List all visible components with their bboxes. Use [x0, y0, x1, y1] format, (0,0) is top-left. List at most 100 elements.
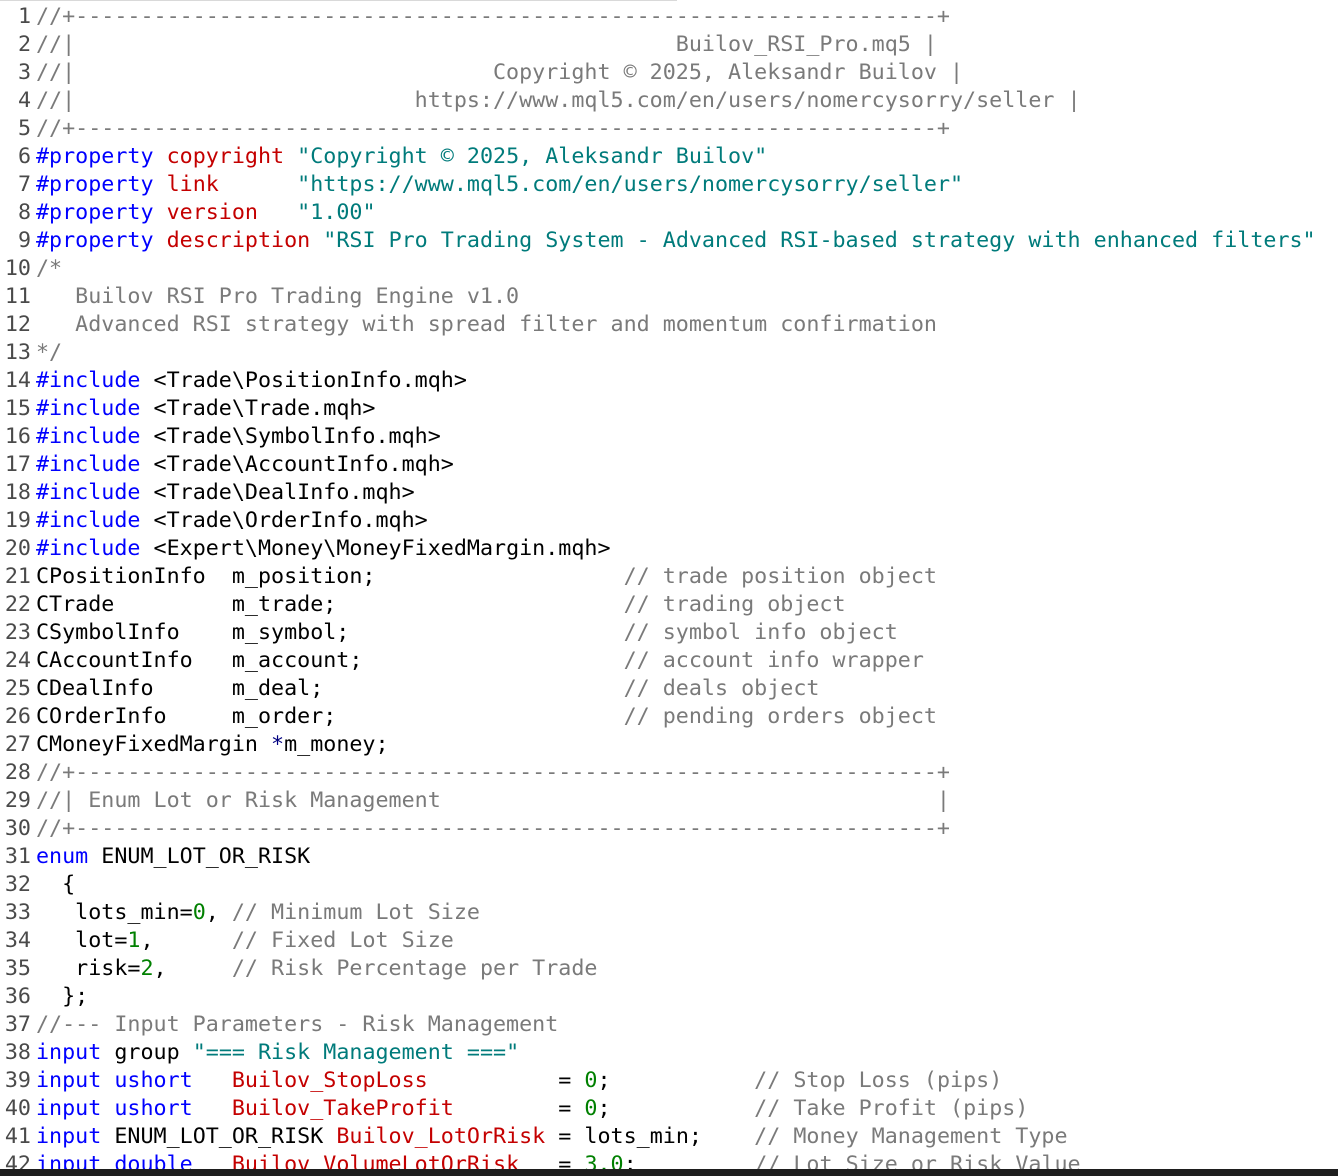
- code-content[interactable]: //+-------------------------------------…: [36, 759, 950, 787]
- code-line[interactable]: 7 #property link "https://www.mql5.com/en…: [0, 171, 1338, 199]
- code-content[interactable]: //| Builov_RSI_Pro.mq5 |: [36, 31, 937, 59]
- code-line[interactable]: 9 #property description "RSI Pro Trading …: [0, 227, 1338, 255]
- code-line[interactable]: 34 lot=1, // Fixed Lot Size: [0, 927, 1338, 955]
- code-content[interactable]: Advanced RSI strategy with spread filter…: [36, 311, 937, 339]
- code-line[interactable]: 36 };: [0, 983, 1338, 1011]
- code-content[interactable]: CSymbolInfo m_symbol; // symbol info obj…: [36, 619, 898, 647]
- code-line[interactable]: 8 #property version "1.00": [0, 199, 1338, 227]
- code-content[interactable]: Builov RSI Pro Trading Engine v1.0: [36, 283, 519, 311]
- keyword-token: #include: [36, 508, 141, 533]
- code-line[interactable]: 21 CPositionInfo m_position; // trade pos…: [0, 563, 1338, 591]
- comment-token: // pending orders object: [623, 704, 937, 729]
- code-content[interactable]: #property description "RSI Pro Trading S…: [36, 227, 1316, 255]
- code-content[interactable]: #include <Trade\AccountInfo.mqh>: [36, 451, 454, 479]
- code-content[interactable]: //+-------------------------------------…: [36, 3, 950, 31]
- code-text: <Expert\Money\MoneyFixedMargin.mqh>: [140, 536, 611, 561]
- code-line[interactable]: 22 CTrade m_trade; // trading object: [0, 591, 1338, 619]
- code-content[interactable]: input ushort Builov_StopLoss = 0; // Sto…: [36, 1067, 1002, 1095]
- code-content[interactable]: #property copyright "Copyright © 2025, A…: [36, 143, 767, 171]
- code-line[interactable]: 20 #include <Expert\Money\MoneyFixedMargi…: [0, 535, 1338, 563]
- code-line[interactable]: 12 Advanced RSI strategy with spread fil…: [0, 311, 1338, 339]
- code-line[interactable]: 31 enum ENUM_LOT_OR_RISK: [0, 843, 1338, 871]
- code-line[interactable]: 13 */: [0, 339, 1338, 367]
- code-line[interactable]: 38 input group "=== Risk Management ===": [0, 1039, 1338, 1067]
- code-line[interactable]: 17 #include <Trade\AccountInfo.mqh>: [0, 451, 1338, 479]
- code-text: ENUM_LOT_OR_RISK: [101, 1124, 337, 1149]
- code-content[interactable]: #include <Trade\SymbolInfo.mqh>: [36, 423, 441, 451]
- code-line[interactable]: 19 #include <Trade\OrderInfo.mqh>: [0, 507, 1338, 535]
- code-content[interactable]: lots_min=0, // Minimum Lot Size: [36, 899, 480, 927]
- code-content[interactable]: COrderInfo m_order; // pending orders ob…: [36, 703, 937, 731]
- code-content[interactable]: CPositionInfo m_position; // trade posit…: [36, 563, 937, 591]
- code-content[interactable]: };: [36, 983, 88, 1011]
- code-line[interactable]: 2//| Builov_RSI_Pro.mq5 |: [0, 31, 1338, 59]
- code-line[interactable]: 11 Builov RSI Pro Trading Engine v1.0: [0, 283, 1338, 311]
- code-content[interactable]: risk=2, // Risk Percentage per Trade: [36, 955, 597, 983]
- code-line[interactable]: 40 input ushort Builov_TakeProfit = 0; //…: [0, 1095, 1338, 1123]
- code-line[interactable]: 18 #include <Trade\DealInfo.mqh>: [0, 479, 1338, 507]
- code-content[interactable]: enum ENUM_LOT_OR_RISK: [36, 843, 310, 871]
- code-content[interactable]: {: [36, 871, 75, 899]
- code-text: CPositionInfo m_position;: [36, 564, 624, 589]
- code-content[interactable]: CTrade m_trade; // trading object: [36, 591, 846, 619]
- code-line[interactable]: 35 risk=2, // Risk Percentage per Trade: [0, 955, 1338, 983]
- code-line[interactable]: 41 input ENUM_LOT_OR_RISK Builov_LotOrRis…: [0, 1123, 1338, 1151]
- code-content[interactable]: //| https://www.mql5.com/en/users/nomerc…: [36, 87, 1081, 115]
- code-line[interactable]: 5//+------------------------------------…: [0, 115, 1338, 143]
- code-line[interactable]: 16 #include <Trade\SymbolInfo.mqh>: [0, 423, 1338, 451]
- line-number: 13: [4, 340, 31, 365]
- code-content[interactable]: //| Copyright © 2025, Aleksandr Builov |: [36, 59, 963, 87]
- code-line[interactable]: 26 COrderInfo m_order; // pending orders …: [0, 703, 1338, 731]
- keyword-token: #property: [36, 172, 154, 197]
- code-line[interactable]: 3//| Copyright © 2025, Aleksandr Builov …: [0, 59, 1338, 87]
- code-text: <Trade\DealInfo.mqh>: [140, 480, 415, 505]
- line-number: 34: [4, 928, 31, 953]
- code-content[interactable]: CAccountInfo m_account; // account info …: [36, 647, 924, 675]
- code-line[interactable]: 29//| Enum Lot or Risk Management |: [0, 787, 1338, 815]
- code-content[interactable]: CMoneyFixedMargin *m_money;: [36, 731, 389, 759]
- code-line[interactable]: 28//+-----------------------------------…: [0, 759, 1338, 787]
- line-number: 30: [4, 816, 31, 841]
- code-editor[interactable]: 1//+------------------------------------…: [0, 3, 1338, 1176]
- line-number: 29: [4, 788, 31, 813]
- code-content[interactable]: input ushort Builov_TakeProfit = 0; // T…: [36, 1095, 1028, 1123]
- code-line[interactable]: 1//+------------------------------------…: [0, 3, 1338, 31]
- code-content[interactable]: #property version "1.00": [36, 199, 376, 227]
- code-line[interactable]: 27 CMoneyFixedMargin *m_money;: [0, 731, 1338, 759]
- code-content[interactable]: #include <Trade\OrderInfo.mqh>: [36, 507, 428, 535]
- code-line[interactable]: 4//| https://www.mql5.com/en/users/nomer…: [0, 87, 1338, 115]
- code-content[interactable]: #include <Trade\Trade.mqh>: [36, 395, 376, 423]
- property-token: Builov_TakeProfit: [231, 1096, 454, 1121]
- code-line[interactable]: 24 CAccountInfo m_account; // account inf…: [0, 647, 1338, 675]
- code-content[interactable]: //| Enum Lot or Risk Management |: [36, 787, 950, 815]
- code-line[interactable]: 39 input ushort Builov_StopLoss = 0; // S…: [0, 1067, 1338, 1095]
- code-content[interactable]: #include <Trade\PositionInfo.mqh>: [36, 367, 467, 395]
- code-content[interactable]: //--- Input Parameters - Risk Management: [36, 1011, 558, 1039]
- code-line[interactable]: 37//--- Input Parameters - Risk Manageme…: [0, 1011, 1338, 1039]
- code-line[interactable]: 10/*: [0, 255, 1338, 283]
- code-line[interactable]: 25 CDealInfo m_deal; // deals object: [0, 675, 1338, 703]
- code-line[interactable]: 33 lots_min=0, // Minimum Lot Size: [0, 899, 1338, 927]
- code-content[interactable]: #include <Expert\Money\MoneyFixedMargin.…: [36, 535, 611, 563]
- code-line[interactable]: 14 #include <Trade\PositionInfo.mqh>: [0, 367, 1338, 395]
- code-content[interactable]: #property link "https://www.mql5.com/en/…: [36, 171, 963, 199]
- comment-token: // Stop Loss (pips): [754, 1068, 1003, 1093]
- code-content[interactable]: /*: [36, 255, 62, 283]
- code-line[interactable]: 15 #include <Trade\Trade.mqh>: [0, 395, 1338, 423]
- code-content[interactable]: //+-------------------------------------…: [36, 115, 950, 143]
- code-line[interactable]: 6 #property copyright "Copyright © 2025, …: [0, 143, 1338, 171]
- code-line[interactable]: 30//+-----------------------------------…: [0, 815, 1338, 843]
- line-number: 41: [4, 1124, 31, 1149]
- code-content[interactable]: #include <Trade\DealInfo.mqh>: [36, 479, 415, 507]
- code-content[interactable]: //+-------------------------------------…: [36, 815, 950, 843]
- code-line[interactable]: 32 {: [0, 871, 1338, 899]
- code-content[interactable]: lot=1, // Fixed Lot Size: [36, 927, 454, 955]
- property-token: version: [166, 200, 258, 225]
- code-content[interactable]: */: [36, 339, 62, 367]
- code-content[interactable]: input group "=== Risk Management ===": [36, 1039, 519, 1067]
- code-content[interactable]: CDealInfo m_deal; // deals object: [36, 675, 819, 703]
- code-text: <Trade\PositionInfo.mqh>: [140, 368, 467, 393]
- line-number: 15: [4, 396, 31, 421]
- code-line[interactable]: 23 CSymbolInfo m_symbol; // symbol info o…: [0, 619, 1338, 647]
- code-content[interactable]: input ENUM_LOT_OR_RISK Builov_LotOrRisk …: [36, 1123, 1068, 1151]
